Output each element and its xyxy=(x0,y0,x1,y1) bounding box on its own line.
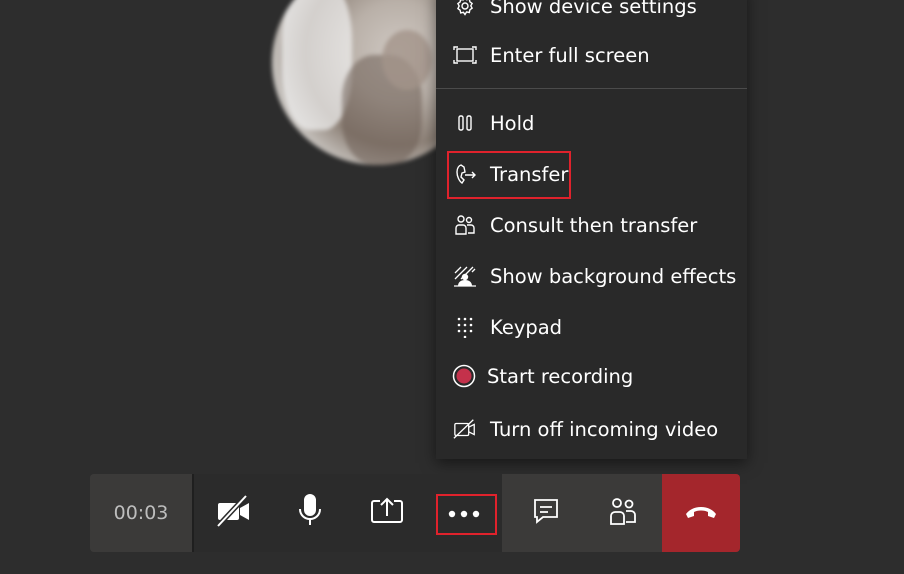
video-off-icon xyxy=(453,417,477,441)
menu-item-show-device-settings[interactable]: Show device settings xyxy=(436,0,747,28)
chat-button[interactable] xyxy=(507,474,584,552)
menu-item-label: Show background effects xyxy=(490,264,737,288)
menu-item-label: Show device settings xyxy=(490,0,697,18)
chat-icon xyxy=(532,497,560,529)
menu-item-consult-then-transfer[interactable]: Consult then transfer xyxy=(436,203,747,247)
menu-item-label: Consult then transfer xyxy=(490,213,698,237)
camera-toggle-button[interactable] xyxy=(194,474,271,552)
menu-item-label: Transfer xyxy=(490,162,569,186)
menu-item-enter-full-screen[interactable]: Enter full screen xyxy=(436,33,747,77)
menu-item-label: Turn off incoming video xyxy=(490,417,719,441)
transfer-icon xyxy=(453,162,477,186)
microphone-icon xyxy=(297,494,323,532)
gear-icon xyxy=(453,0,477,18)
menu-divider xyxy=(436,88,747,89)
hang-up-button[interactable] xyxy=(662,474,740,552)
background-effects-icon xyxy=(453,264,477,288)
menu-item-label: Hold xyxy=(490,111,535,135)
camera-off-icon xyxy=(215,494,251,531)
more-options-button[interactable] xyxy=(425,474,502,552)
menu-item-keypad[interactable]: Keypad xyxy=(436,305,747,349)
people-icon xyxy=(453,213,477,237)
participants-icon xyxy=(608,496,638,530)
record-icon xyxy=(452,364,476,388)
call-timer: 00:03 xyxy=(90,474,192,552)
more-options-menu: Show device settings Enter full screen H… xyxy=(436,0,747,459)
menu-item-show-background-effects[interactable]: Show background effects xyxy=(436,254,747,298)
participants-button[interactable] xyxy=(584,474,661,552)
pause-icon xyxy=(453,111,477,135)
keypad-icon xyxy=(453,315,477,339)
hang-up-icon xyxy=(684,504,718,523)
microphone-button[interactable] xyxy=(271,474,348,552)
menu-item-transfer[interactable]: Transfer xyxy=(436,152,747,196)
share-screen-button[interactable] xyxy=(348,474,425,552)
share-screen-icon xyxy=(370,496,404,530)
call-control-bar: 00:03 xyxy=(90,474,740,552)
more-options-icon xyxy=(447,504,481,523)
menu-item-turn-off-incoming-video[interactable]: Turn off incoming video xyxy=(436,407,747,451)
fullscreen-icon xyxy=(453,43,477,67)
menu-item-start-recording[interactable]: Start recording xyxy=(436,354,747,398)
menu-item-hold[interactable]: Hold xyxy=(436,101,747,145)
menu-item-label: Keypad xyxy=(490,315,563,339)
menu-item-label: Start recording xyxy=(487,364,634,388)
menu-item-label: Enter full screen xyxy=(490,43,650,67)
